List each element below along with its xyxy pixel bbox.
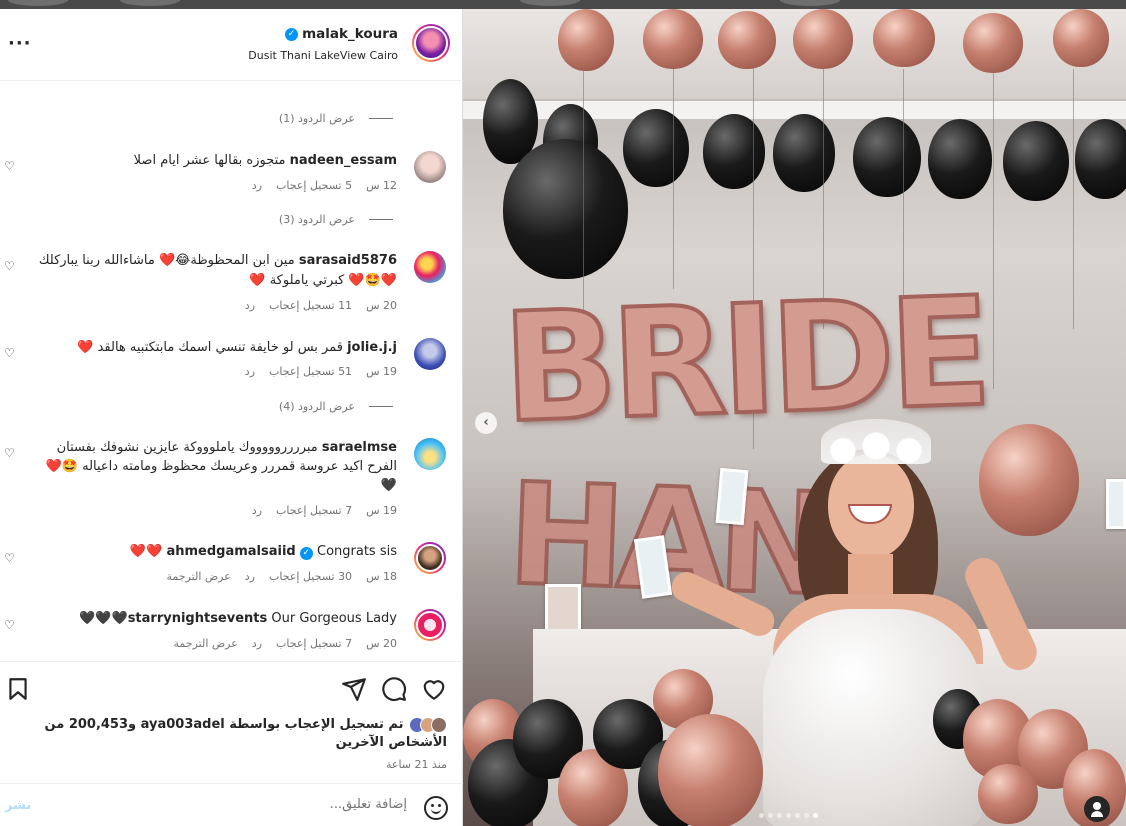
comment-reply-button[interactable]: رد	[245, 365, 255, 378]
heart-icon[interactable]: ♡	[4, 618, 15, 632]
comment-username[interactable]: sarasaid5876	[299, 253, 397, 268]
carousel-dots	[759, 813, 818, 818]
comment-avatar[interactable]	[414, 438, 446, 470]
top-strip	[0, 0, 1126, 9]
comment-reply-button[interactable]: رد	[252, 637, 262, 650]
comment-username[interactable]: ahmedgamalsaiid	[166, 544, 295, 559]
comment-likes[interactable]: 7 تسجيل إعجاب	[276, 504, 352, 517]
likes-summary[interactable]: تم تسجيل الإعجاب بواسطة aya003adel و200,…	[7, 716, 447, 752]
see-translation-button[interactable]: عرض الترجمة	[174, 637, 238, 650]
heart-icon[interactable]: ♡	[4, 259, 15, 273]
comments-list[interactable]: عرض الردود (1) nadeen_essam متجوزه بقاله…	[0, 81, 463, 661]
comment-time[interactable]: 20 س	[366, 299, 397, 312]
chevron-left-icon[interactable]: ‹	[475, 412, 497, 434]
view-replies-label[interactable]: عرض الردود (1)	[279, 112, 355, 125]
comment-time[interactable]: 19 س	[366, 365, 397, 378]
carousel-dot	[813, 813, 818, 818]
see-translation-button[interactable]: عرض الترجمة	[167, 570, 231, 583]
comment-icon[interactable]	[381, 676, 407, 702]
comment-body: قمر بس لو خايفة تنسي اسمك مابتكتبيه هالق…	[77, 340, 343, 355]
heart-icon[interactable]: ♡	[4, 346, 15, 360]
comment-meta: 19 س 51 تسجيل إعجاب رد	[245, 365, 397, 378]
comment-likes[interactable]: 11 تسجيل إعجاب	[269, 299, 352, 312]
view-replies-button[interactable]: عرض الردود (3)	[279, 213, 393, 226]
carousel-dot	[786, 813, 791, 818]
post-actions: تم تسجيل الإعجاب بواسطة aya003adel و200,…	[0, 661, 463, 783]
comment-meta: 20 س 7 تسجيل إعجاب رد عرض الترجمة	[174, 637, 397, 650]
comment-meta: 19 س 7 تسجيل إعجاب رد	[252, 504, 397, 517]
share-icon[interactable]	[341, 676, 367, 702]
comment-likes[interactable]: 30 تسجيل إعجاب	[269, 570, 352, 583]
post-time[interactable]: منذ 21 ساعة	[386, 758, 447, 771]
comment-meta: 12 س 5 تسجيل إعجاب رد	[252, 179, 397, 192]
heart-icon[interactable]: ♡	[4, 159, 15, 173]
comment-time[interactable]: 18 س	[366, 570, 397, 583]
comment-likes[interactable]: 7 تسجيل إعجاب	[276, 637, 352, 650]
comment-reply-button[interactable]: رد	[252, 504, 262, 517]
author-username[interactable]: malak_koura	[302, 26, 398, 42]
comment-meta: 18 س 30 تسجيل إعجاب رد عرض الترجمة	[167, 570, 397, 583]
comment-avatar[interactable]	[414, 542, 446, 574]
post-location[interactable]: Dusit Thani LakeView Cairo	[248, 49, 398, 62]
post-sidebar: ··· ✓ malak_koura Dusit Thani LakeView C…	[0, 9, 463, 826]
carousel-dot	[777, 813, 782, 818]
flower-crown	[821, 419, 931, 464]
heart-icon[interactable]: ♡	[4, 551, 15, 565]
comment-text: nadeen_essam متجوزه بقالها عشر ايام اصلا	[37, 151, 397, 170]
comment-username[interactable]: starrynightsevents	[128, 611, 268, 626]
comment-text: sarasaid5876 مين ابن المحظوظة😂❤️ ماشاءال…	[37, 251, 397, 291]
liker-avatars	[409, 716, 447, 733]
more-options-icon[interactable]: ···	[8, 33, 32, 54]
comment-likes[interactable]: 5 تسجيل إعجاب	[276, 179, 352, 192]
comment-username[interactable]: saraelmse	[322, 440, 397, 455]
comment-meta: 20 س 11 تسجيل إعجاب رد	[245, 299, 397, 312]
comment-reply-button[interactable]: رد	[245, 570, 255, 583]
view-replies-button[interactable]: عرض الردود (4)	[279, 400, 393, 413]
comment-avatar[interactable]	[414, 338, 446, 370]
comment-reply-button[interactable]: رد	[245, 299, 255, 312]
author-block[interactable]: ✓ malak_koura	[285, 26, 398, 42]
verified-badge-icon: ✓	[285, 27, 299, 41]
comment-text: ahmedgamalsaiid ✓ Congrats sis ❤️❤️	[37, 542, 397, 561]
comment-likes[interactable]: 51 تسجيل إعجاب	[269, 365, 352, 378]
view-replies-label[interactable]: عرض الردود (4)	[279, 400, 355, 413]
comment-input[interactable]	[77, 797, 407, 812]
view-replies-button[interactable]: عرض الردود (1)	[279, 112, 393, 125]
comment-text: starrynightsevents Our Gorgeous Lady🖤🖤🖤	[37, 609, 397, 628]
post-comment-button[interactable]: نشر	[5, 798, 31, 813]
post-photo[interactable]: BRIDE HAN ‹	[463, 9, 1126, 826]
verified-badge-icon: ✓	[299, 547, 313, 560]
view-replies-label[interactable]: عرض الردود (3)	[279, 213, 355, 226]
user-tag-icon[interactable]	[1084, 796, 1110, 822]
comment-text: saraelmse مبرررروووووك ياملوووكة عايزين …	[37, 438, 397, 495]
likes-text[interactable]: تم تسجيل الإعجاب بواسطة aya003adel و200,…	[45, 717, 447, 750]
comment-text: jolie.j.j قمر بس لو خايفة تنسي اسمك مابت…	[37, 338, 397, 357]
comment-composer: نشر	[0, 783, 463, 826]
comment-time[interactable]: 20 س	[366, 637, 397, 650]
comment-username[interactable]: jolie.j.j	[347, 340, 397, 355]
comment-username[interactable]: nadeen_essam	[290, 153, 397, 168]
heart-icon[interactable]: ♡	[4, 446, 15, 460]
comment-avatar[interactable]	[414, 609, 446, 641]
post-header: ··· ✓ malak_koura Dusit Thani LakeView C…	[0, 9, 463, 81]
carousel-dot	[759, 813, 764, 818]
like-heart-icon[interactable]	[421, 676, 447, 702]
carousel-dot	[795, 813, 800, 818]
comment-avatar[interactable]	[414, 151, 446, 183]
bookmark-icon[interactable]	[5, 676, 31, 702]
comment-time[interactable]: 19 س	[366, 504, 397, 517]
comment-reply-button[interactable]: رد	[252, 179, 262, 192]
emoji-icon[interactable]	[424, 796, 448, 820]
carousel-dot	[768, 813, 773, 818]
carousel-dot	[804, 813, 809, 818]
author-avatar[interactable]	[412, 24, 450, 62]
comment-avatar[interactable]	[414, 251, 446, 283]
comment-time[interactable]: 12 س	[366, 179, 397, 192]
comment-body: متجوزه بقالها عشر ايام اصلا	[133, 153, 286, 168]
